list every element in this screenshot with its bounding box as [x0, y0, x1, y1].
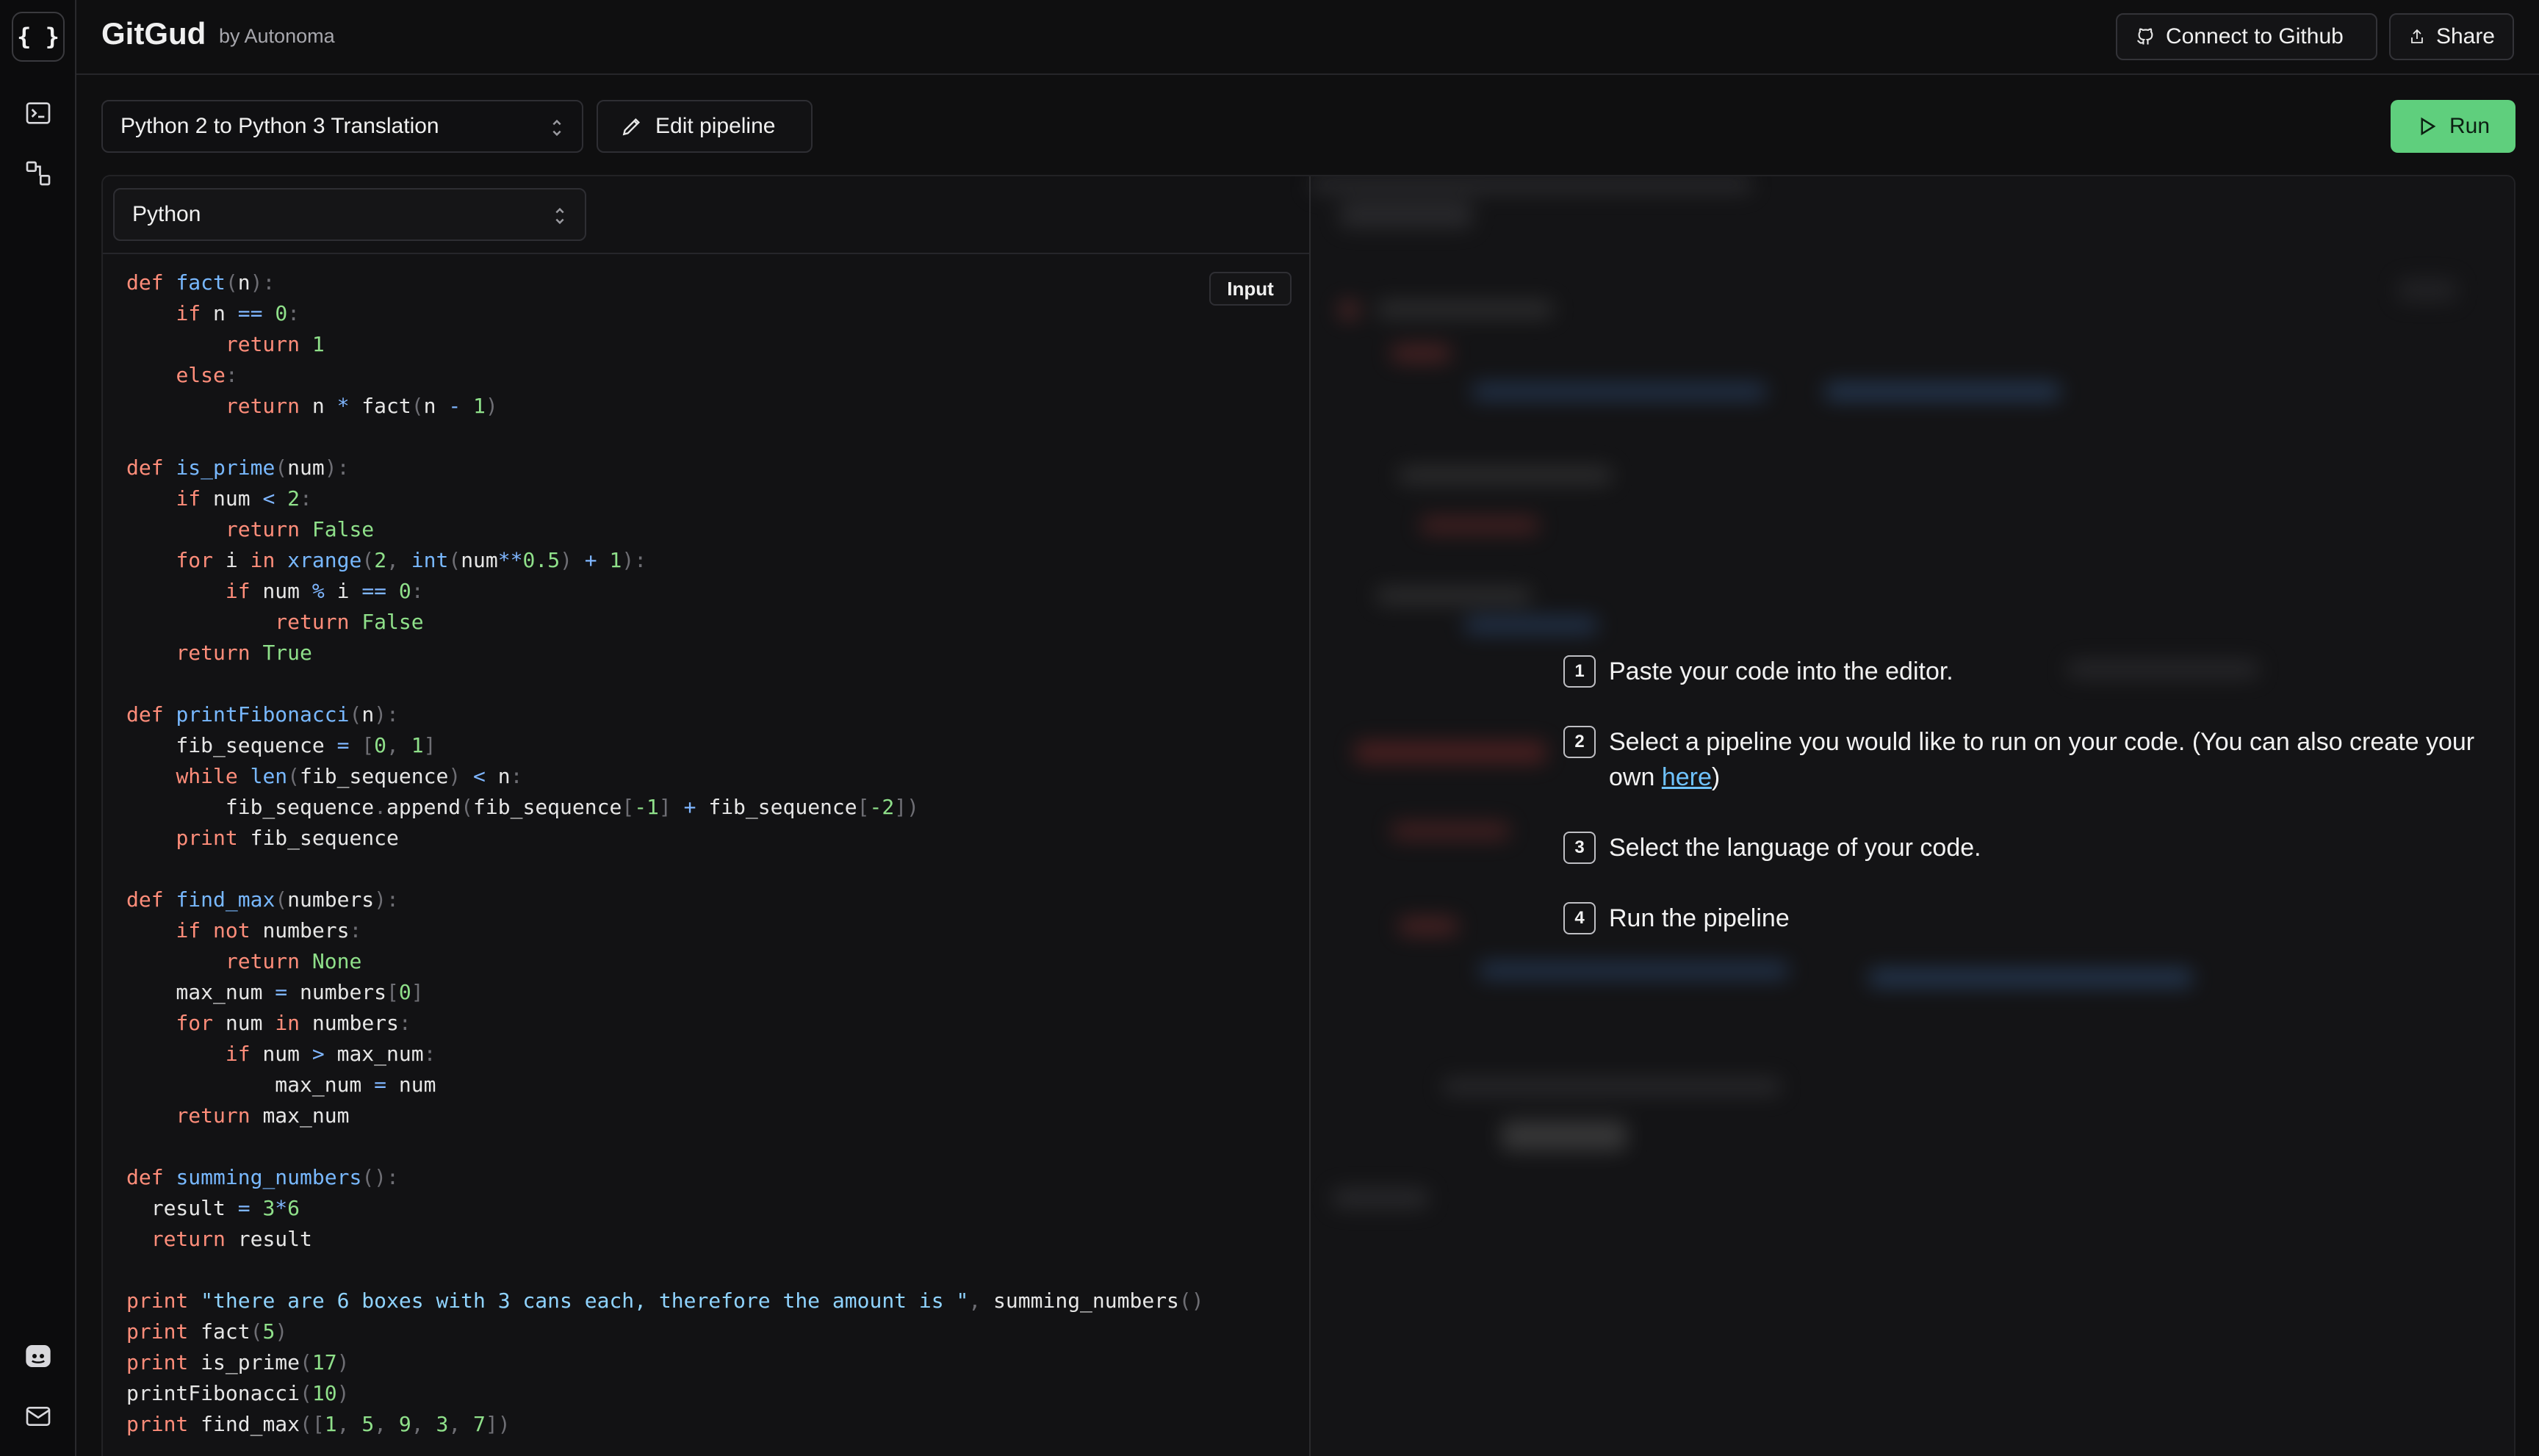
pipeline-select-value: Python 2 to Python 3 Translation	[120, 114, 439, 138]
step-text: Paste your code into the editor.	[1609, 657, 1953, 685]
logo-icon[interactable]: { }	[12, 12, 65, 62]
run-label: Run	[2449, 114, 2491, 138]
left-rail: { }	[0, 0, 76, 1456]
step-text-after: )	[1711, 763, 1721, 791]
step-text: Select a pipeline you would like to run …	[1609, 724, 2514, 795]
share-button[interactable]: Share	[2389, 13, 2514, 60]
discord-icon[interactable]	[22, 1340, 54, 1372]
language-select-value: Python	[132, 202, 201, 226]
editor-pane: Python Input def fact(n): if n == 0: ret…	[103, 176, 1311, 1456]
connect-github-button[interactable]: Connect to Github	[2116, 13, 2377, 60]
share-icon	[2411, 29, 2423, 43]
pipeline-icon[interactable]	[22, 157, 54, 190]
step-number: 4	[1563, 902, 1596, 934]
step-text: Select the language of your code.	[1609, 834, 1981, 862]
pipeline-select[interactable]: Python 2 to Python 3 Translation	[101, 100, 583, 153]
terminal-icon[interactable]	[22, 97, 54, 129]
pencil-icon	[622, 118, 641, 136]
instruction-step-1: 1 Paste your code into the editor.	[1563, 654, 1953, 689]
github-icon	[2137, 28, 2153, 45]
step-number: 1	[1563, 655, 1596, 688]
output-placeholder	[1311, 176, 2514, 1456]
edit-pipeline-button[interactable]: Edit pipeline	[597, 100, 813, 153]
connect-github-label: Connect to Github	[2166, 24, 2344, 48]
language-row: Python	[103, 176, 1309, 254]
share-label: Share	[2435, 24, 2495, 48]
step-number: 2	[1563, 726, 1596, 758]
language-select[interactable]: Python	[113, 188, 586, 241]
run-button[interactable]: Run	[2391, 100, 2515, 153]
instruction-step-2: 2 Select a pipeline you would like to ru…	[1563, 724, 2514, 795]
step-text-before: Select a pipeline you would like to run …	[1609, 728, 2475, 791]
workspace-panel: Python Input def fact(n): if n == 0: ret…	[101, 175, 2515, 1456]
output-pane: 1 Paste your code into the editor. 2 Sel…	[1311, 176, 2514, 1456]
chevron-up-down-icon	[555, 207, 564, 225]
create-pipeline-link[interactable]: here	[1662, 763, 1712, 791]
app-title: GitGud	[101, 16, 206, 51]
top-bar: GitGud by Autonoma Connect to Github Sha…	[76, 0, 2539, 75]
app-byline: by Autonoma	[219, 25, 335, 47]
edit-pipeline-label: Edit pipeline	[655, 114, 776, 138]
step-text: Run the pipeline	[1609, 904, 1790, 932]
mail-icon[interactable]	[22, 1400, 54, 1432]
step-number: 3	[1563, 832, 1596, 864]
instruction-step-3: 3 Select the language of your code.	[1563, 830, 1981, 865]
input-badge: Input	[1209, 272, 1292, 306]
chevron-up-down-icon	[552, 119, 561, 137]
code-editor[interactable]: def fact(n): if n == 0: return 1 else: r…	[126, 267, 1204, 1440]
play-icon	[2421, 117, 2436, 136]
instruction-step-4: 4 Run the pipeline	[1563, 901, 1790, 936]
